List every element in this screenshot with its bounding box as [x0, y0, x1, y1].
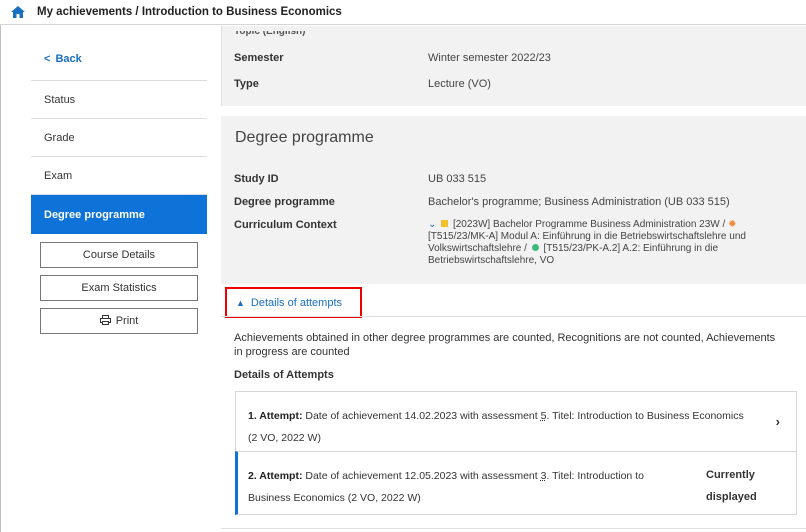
- attempt-text: 2. Attempt: Date of achievement 12.05.20…: [248, 465, 688, 509]
- curriculum-dot-icon: [531, 244, 539, 251]
- attempt-item-1[interactable]: 1. Attempt: Date of achievement 14.02.20…: [235, 391, 797, 452]
- sidebar-item-exam[interactable]: Exam: [31, 157, 207, 195]
- sidebar-item-label: Grade: [44, 131, 75, 144]
- type-value: Lecture (VO): [428, 78, 491, 90]
- attempt-detail: Date of achievement 14.02.2023 with asse…: [305, 410, 541, 422]
- page-title: My achievements / Introduction to Busine…: [37, 6, 342, 18]
- details-of-attempts-heading: Details of Attempts: [234, 369, 334, 381]
- study-id-value: UB 033 515: [428, 173, 487, 185]
- home-icon[interactable]: [11, 6, 25, 18]
- currently-displayed-badge: Currently displayed: [706, 469, 757, 503]
- attempt-list: 1. Attempt: Date of achievement 14.02.20…: [235, 391, 797, 515]
- curriculum-context-label: Curriculum Context: [234, 219, 337, 231]
- details-of-attempts-toggle[interactable]: ▲ Details of attempts: [225, 287, 362, 318]
- breadcrumb-bar: My achievements / Introduction to Busine…: [0, 0, 806, 25]
- sidebar: < Back Status Grade Exam Degree programm…: [31, 38, 207, 341]
- page-border: [0, 25, 1, 532]
- printer-icon: [99, 314, 111, 328]
- study-id-label: Study ID: [234, 173, 279, 185]
- panel-bottom-border: [221, 528, 806, 529]
- attempt-number: 2. Attempt:: [248, 470, 303, 482]
- sidebar-item-status[interactable]: Status: [31, 81, 207, 119]
- course-details-button[interactable]: Course Details: [40, 242, 198, 268]
- chevron-left-icon: <: [44, 53, 51, 65]
- print-button[interactable]: Print: [40, 308, 198, 334]
- divider: [221, 316, 806, 317]
- curriculum-context-value: ⌄ [2023W] Bachelor Programme Business Ad…: [428, 219, 786, 267]
- sidebar-item-degree-programme[interactable]: Degree programme: [31, 195, 207, 234]
- sidebar-item-label: Exam: [44, 169, 73, 182]
- back-label: Back: [55, 53, 82, 65]
- chevron-right-icon[interactable]: ›: [776, 414, 780, 429]
- semester-label: Semester: [234, 52, 284, 64]
- degree-programme-label: Degree programme: [234, 196, 335, 208]
- sidebar-item-label: Degree programme: [44, 208, 145, 221]
- curriculum-star-icon: ✹: [728, 219, 737, 230]
- button-label: Course Details: [82, 249, 156, 261]
- curriculum-part-1: [2023W] Bachelor Programme Business Admi…: [452, 219, 726, 230]
- sidebar-item-label: Status: [44, 93, 76, 106]
- toggle-label: Details of attempts: [250, 296, 343, 309]
- attempt-number: 1. Attempt:: [248, 410, 303, 422]
- semester-value: Winter semester 2022/23: [428, 52, 551, 64]
- type-label: Type: [234, 78, 259, 90]
- button-label: Print: [115, 315, 139, 327]
- chevron-down-icon[interactable]: ⌄: [428, 219, 436, 230]
- attempt-text: 1. Attempt: Date of achievement 14.02.20…: [248, 405, 748, 449]
- sidebar-item-grade[interactable]: Grade: [31, 119, 207, 157]
- attempts-note: Achievements obtained in other degree pr…: [234, 332, 776, 358]
- exam-statistics-button[interactable]: Exam Statistics: [40, 275, 198, 301]
- degree-programme-value: Bachelor's programme; Business Administr…: [428, 196, 730, 208]
- chevron-up-icon: ▲: [236, 297, 245, 308]
- course-info-panel: [221, 26, 806, 106]
- back-link[interactable]: < Back: [31, 38, 207, 81]
- button-label: Exam Statistics: [81, 282, 157, 294]
- attempt-detail: Date of achievement 12.05.2023 with asse…: [305, 470, 541, 482]
- curriculum-square-icon: [441, 220, 449, 227]
- attempt-item-2[interactable]: 2. Attempt: Date of achievement 12.05.20…: [235, 451, 797, 515]
- degree-programme-heading: Degree programme: [235, 129, 374, 146]
